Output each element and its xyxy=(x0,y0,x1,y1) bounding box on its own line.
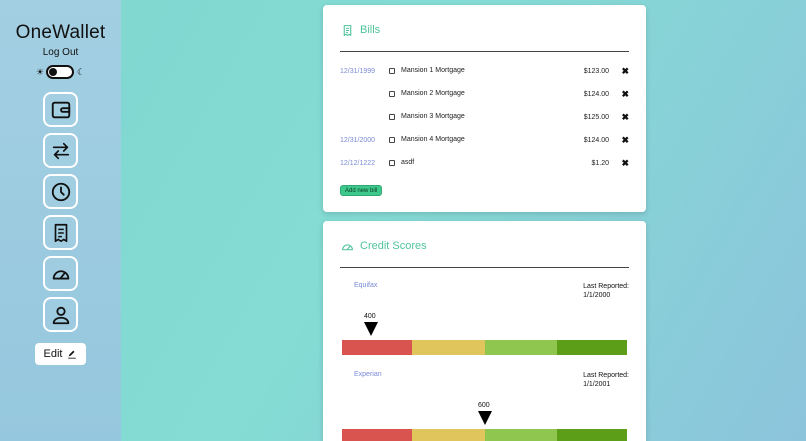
toggle-knob xyxy=(49,68,57,76)
delete-bill-icon[interactable]: ✖ xyxy=(621,135,629,146)
scale-segment-good xyxy=(485,429,557,441)
logout-link[interactable]: Log Out xyxy=(0,47,121,58)
scale-segment-fair xyxy=(412,429,485,441)
gauge-icon xyxy=(342,243,353,250)
bill-checkbox[interactable] xyxy=(389,68,395,74)
score-marker-icon xyxy=(478,411,492,425)
credit-scores-title: Credit Scores xyxy=(341,238,427,254)
credit-scores-title-text: Credit Scores xyxy=(360,240,427,252)
bill-checkbox[interactable] xyxy=(389,91,395,97)
delete-bill-icon[interactable]: ✖ xyxy=(621,66,629,77)
last-reported-date: 1/1/2001 xyxy=(583,381,611,388)
clock-icon xyxy=(51,182,70,201)
bill-amount: $124.00 xyxy=(583,91,609,98)
bill-checkbox[interactable] xyxy=(389,160,395,166)
user-icon xyxy=(52,306,69,324)
bill-row: 12/31/2000 Mansion 4 Mortgage $124.00 ✖ xyxy=(340,135,629,147)
bureau-name: Equifax xyxy=(354,282,378,289)
last-reported-date: 1/1/2000 xyxy=(583,292,611,299)
last-reported-label: Last Reported: xyxy=(583,372,629,379)
last-reported-label: Last Reported: xyxy=(583,283,629,290)
theme-toggle[interactable] xyxy=(46,65,74,79)
last-reported: Last Reported: 1/1/2000 xyxy=(583,282,629,300)
score-scale-bar xyxy=(342,340,627,355)
nav-bills-button[interactable] xyxy=(43,215,78,250)
bills-divider xyxy=(340,51,629,52)
bureau-name: Experian xyxy=(354,371,382,378)
scale-segment-excellent xyxy=(557,429,627,441)
scale-segment-fair xyxy=(412,340,485,355)
credit-scores-card: Credit Scores Equifax Last Reported: 1/1… xyxy=(323,221,646,441)
bill-date: 12/31/1999 xyxy=(340,68,376,75)
bill-date: 12/12/1222 xyxy=(340,160,376,167)
bill-name: Mansion 2 Mortgage xyxy=(401,90,465,97)
nav-transfer-button[interactable] xyxy=(43,133,78,168)
sun-icon: ☀ xyxy=(36,67,45,77)
bill-checkbox[interactable] xyxy=(389,137,395,143)
score-value: 600 xyxy=(478,402,490,409)
nav-profile-button[interactable] xyxy=(43,297,78,332)
edit-label: Edit xyxy=(43,348,63,360)
bill-name: Mansion 4 Mortgage xyxy=(401,136,465,143)
wallet-icon xyxy=(51,101,70,118)
edit-button[interactable]: Edit xyxy=(35,343,86,365)
scale-segment-good xyxy=(485,340,557,355)
last-reported: Last Reported: 1/1/2001 xyxy=(583,371,629,389)
bills-title: Bills xyxy=(341,22,380,38)
bill-row: 12/12/1222 asdf $1.20 ✖ xyxy=(340,158,629,170)
transfer-arrows-icon xyxy=(52,142,69,159)
bill-amount: $125.00 xyxy=(583,114,609,121)
bill-amount: $1.20 xyxy=(591,160,609,167)
score-scale-bar xyxy=(342,429,627,441)
pencil-icon xyxy=(68,350,77,359)
receipt-icon xyxy=(343,24,352,36)
bill-date: 12/31/2000 xyxy=(340,137,376,144)
bill-name: Mansion 3 Mortgage xyxy=(401,113,465,120)
bill-row: Mansion 3 Mortgage $125.00 ✖ xyxy=(340,112,629,124)
delete-bill-icon[interactable]: ✖ xyxy=(621,89,629,100)
bill-row: Mansion 2 Mortgage $124.00 ✖ xyxy=(340,89,629,101)
bills-card: Bills 12/31/1999 Mansion 1 Mortgage $123… xyxy=(323,5,646,212)
score-marker-icon xyxy=(364,322,378,336)
nav-history-button[interactable] xyxy=(43,174,78,209)
theme-toggle-row: ☀ ☾ xyxy=(36,65,86,79)
bill-checkbox[interactable] xyxy=(389,114,395,120)
gauge-icon xyxy=(52,269,69,279)
scale-segment-excellent xyxy=(557,340,627,355)
nav-wallet-button[interactable] xyxy=(43,92,78,127)
scale-segment-poor xyxy=(342,429,412,441)
moon-icon: ☾ xyxy=(77,67,86,77)
bill-row: 12/31/1999 Mansion 1 Mortgage $123.00 ✖ xyxy=(340,66,629,78)
bill-amount: $124.00 xyxy=(583,137,609,144)
nav-credit-score-button[interactable] xyxy=(43,256,78,291)
bill-name: asdf xyxy=(401,159,415,166)
delete-bill-icon[interactable]: ✖ xyxy=(621,112,629,123)
credit-divider xyxy=(340,267,629,268)
delete-bill-icon[interactable]: ✖ xyxy=(621,158,629,169)
sidebar: OneWallet Log Out ☀ ☾ Edit xyxy=(0,0,121,441)
add-bill-button[interactable]: Add new bill xyxy=(340,185,383,196)
receipt-icon xyxy=(54,223,67,242)
bills-title-text: Bills xyxy=(360,24,381,36)
app-title: OneWallet xyxy=(15,22,106,43)
score-value: 400 xyxy=(364,313,376,320)
bill-name: Mansion 1 Mortgage xyxy=(401,67,465,74)
scale-segment-poor xyxy=(342,340,412,355)
bill-amount: $123.00 xyxy=(583,68,609,75)
